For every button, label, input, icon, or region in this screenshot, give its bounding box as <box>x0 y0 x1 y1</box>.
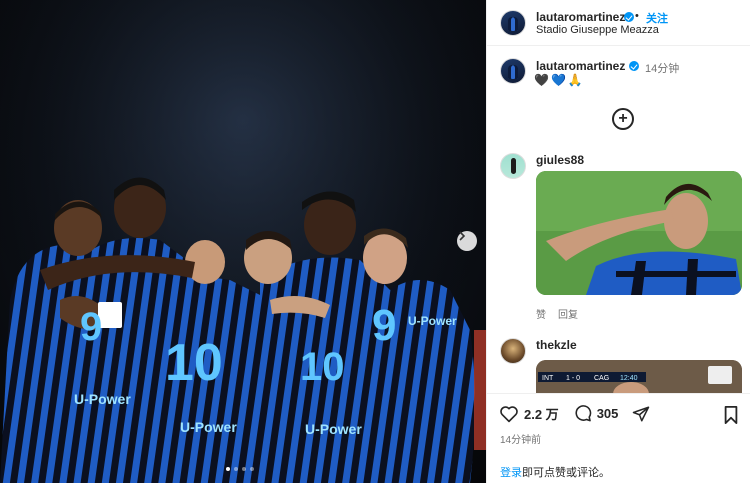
plus-icon: + <box>618 110 628 127</box>
svg-text:U-Power: U-Power <box>408 314 457 328</box>
load-more-comments-button[interactable]: + <box>612 108 634 130</box>
svg-text:10: 10 <box>300 345 345 389</box>
svg-text:U-Power: U-Power <box>305 421 362 437</box>
carousel-dot[interactable] <box>250 467 254 471</box>
verified-icon <box>624 12 634 22</box>
svg-text:9: 9 <box>372 301 396 350</box>
comment-actions: 赞 回复 <box>536 306 578 321</box>
send-icon <box>633 406 650 421</box>
post-header: lautaromartinez • 关注 Stadio Giuseppe Mea… <box>487 0 750 46</box>
svg-text:9: 9 <box>80 305 102 349</box>
caption-text: 🖤 💙 🙏 <box>534 73 583 87</box>
likes-count: 2.2 万 <box>524 407 559 422</box>
comment-button[interactable]: 305 <box>573 404 619 423</box>
comment-like-button[interactable]: 赞 <box>536 306 546 321</box>
login-link[interactable]: 登录 <box>500 467 522 479</box>
location-link[interactable]: Stadio Giuseppe Meazza <box>536 24 659 36</box>
comment-username[interactable]: giules88 <box>536 153 584 167</box>
scoreboard-clock: 12:40 <box>620 375 638 382</box>
avatar[interactable] <box>500 338 526 364</box>
carousel-dot[interactable] <box>226 467 230 471</box>
gif-image <box>536 171 742 295</box>
post-actions-bar: 2.2 万 305 14分钟前 登录即可点赞或评论。 <box>487 393 750 483</box>
svg-text:10: 10 <box>165 334 223 392</box>
carousel-dots <box>226 467 254 471</box>
comment-item: giules88 赞 回复 <box>487 153 750 323</box>
heart-icon <box>500 405 518 422</box>
svg-text:U-Power: U-Power <box>74 391 131 407</box>
verified-icon <box>629 61 639 71</box>
post-timestamp: 14分钟前 <box>500 435 542 446</box>
team-huddle-photo: 10 9 10 9 U-Power U-Power U-Power U-Powe… <box>0 0 486 483</box>
svg-text:U-Power: U-Power <box>180 419 237 435</box>
carousel-next-button[interactable] <box>457 231 477 251</box>
avatar[interactable] <box>500 58 526 84</box>
scoreboard-score: 1 - 0 <box>566 375 580 382</box>
save-button[interactable] <box>723 406 739 429</box>
separator-dot: • <box>635 10 639 22</box>
login-prompt-text: 即可点赞或评论。 <box>522 467 610 479</box>
pray-emoji: 🙏 <box>567 73 583 87</box>
black-heart-emoji: 🖤 <box>534 73 549 87</box>
comment-username[interactable]: thekzle <box>536 338 577 352</box>
caption-username[interactable]: lautaromartinez <box>536 59 625 73</box>
post-side-panel: lautaromartinez • 关注 Stadio Giuseppe Mea… <box>486 0 750 483</box>
comment-reply-button[interactable]: 回复 <box>558 306 578 321</box>
scoreboard-away: CAG <box>594 375 609 382</box>
comment-icon <box>575 405 591 422</box>
header-username[interactable]: lautaromartinez <box>536 10 625 24</box>
bookmark-icon <box>724 406 738 424</box>
avatar[interactable] <box>500 153 526 179</box>
gif-image: INT 1 - 0 CAG 12:40 <box>536 360 742 394</box>
caption-time: 14分钟 <box>645 63 680 75</box>
avatar[interactable] <box>500 10 526 36</box>
carousel-dot[interactable] <box>234 467 238 471</box>
share-button[interactable] <box>632 405 650 423</box>
comment-item: thekzle INT 1 - 0 CAG 12:40 <box>487 338 750 398</box>
comments-count: 305 <box>596 406 619 421</box>
caption: lautaromartinez 14分钟 🖤 💙 🙏 <box>487 56 750 96</box>
scoreboard-home: INT <box>542 375 554 382</box>
blue-heart-emoji: 💙 <box>550 73 566 87</box>
like-button[interactable]: 2.2 万 <box>499 404 559 423</box>
carousel-dot[interactable] <box>242 467 246 471</box>
post-media-carousel[interactable]: 10 9 10 9 U-Power U-Power U-Power U-Powe… <box>0 0 486 483</box>
login-prompt: 登录即可点赞或评论。 <box>500 464 610 480</box>
chevron-right-icon <box>459 231 466 241</box>
comment-gif[interactable]: INT 1 - 0 CAG 12:40 <box>536 360 742 394</box>
comment-gif[interactable] <box>536 171 742 295</box>
